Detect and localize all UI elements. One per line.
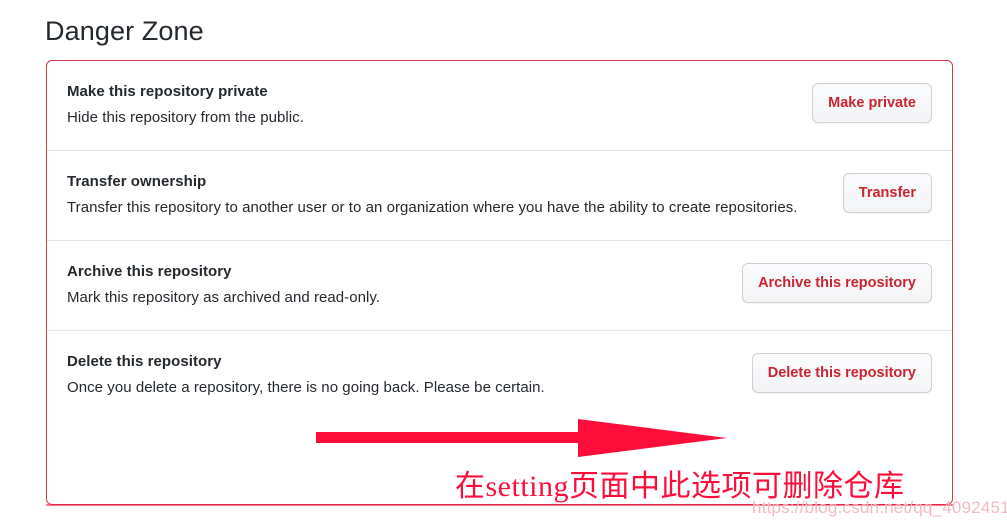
danger-row-delete-repository: Delete this repository Once you delete a…: [47, 330, 952, 420]
row-action-archive-repository: Archive this repository: [742, 261, 932, 303]
archive-this-repository-button[interactable]: Archive this repository: [742, 263, 932, 303]
page-title: Danger Zone: [45, 16, 204, 46]
row-text-transfer-ownership: Transfer ownership Transfer this reposit…: [67, 171, 797, 220]
row-title-transfer-ownership: Transfer ownership: [67, 173, 207, 190]
row-description-archive-repository: Mark this repository as archived and rea…: [67, 289, 381, 306]
row-action-transfer-ownership: Transfer: [842, 171, 932, 213]
row-description-transfer-ownership: Transfer this repository to another user…: [67, 199, 798, 216]
row-action-make-private: Make private: [812, 81, 932, 123]
row-title-archive-repository: Archive this repository: [67, 263, 232, 280]
danger-row-archive-repository: Archive this repository Mark this reposi…: [47, 240, 952, 330]
row-text-make-private: Make this repository private Hide this r…: [67, 81, 304, 130]
row-text-archive-repository: Archive this repository Mark this reposi…: [67, 261, 380, 310]
row-description-delete-repository: Once you delete a repository, there is n…: [67, 379, 545, 396]
row-title-delete-repository: Delete this repository: [67, 353, 222, 370]
make-private-button[interactable]: Make private: [812, 83, 932, 123]
danger-zone-page: Danger Zone Make this repository private…: [0, 0, 1007, 525]
row-description-make-private: Hide this repository from the public.: [67, 109, 304, 126]
row-title-make-private: Make this repository private: [67, 83, 268, 100]
transfer-button[interactable]: Transfer: [842, 173, 932, 213]
danger-zone-panel: Make this repository private Hide this r…: [46, 60, 953, 505]
delete-this-repository-button[interactable]: Delete this repository: [751, 353, 932, 393]
danger-row-make-private: Make this repository private Hide this r…: [47, 61, 952, 150]
row-text-delete-repository: Delete this repository Once you delete a…: [67, 351, 545, 400]
danger-row-transfer-ownership: Transfer ownership Transfer this reposit…: [47, 150, 952, 240]
row-action-delete-repository: Delete this repository: [751, 351, 932, 393]
